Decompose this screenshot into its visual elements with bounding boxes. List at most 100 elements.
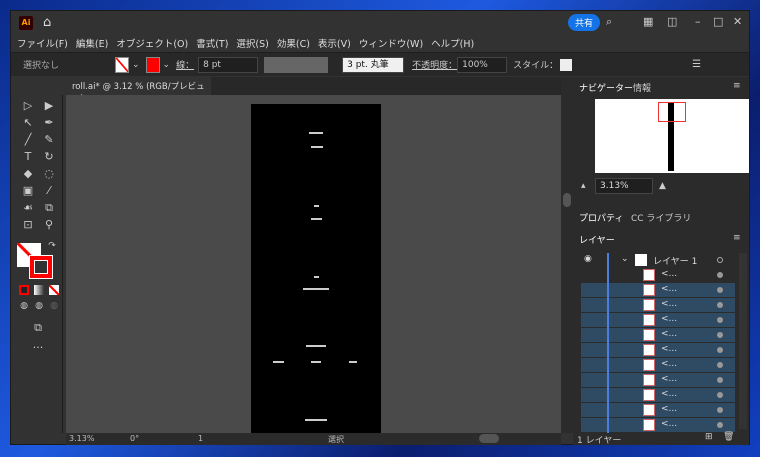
search-icon[interactable]: ⌕: [606, 15, 612, 29]
navigator-view-box[interactable]: [658, 102, 686, 122]
current-tool[interactable]: 選択: [328, 434, 344, 445]
variable-width-profile[interactable]: [264, 56, 329, 73]
item-name[interactable]: <...: [661, 329, 677, 339]
artboard-number[interactable]: 1: [198, 434, 203, 443]
layer-item-row[interactable]: <...: [581, 388, 735, 403]
target-icon[interactable]: [717, 272, 723, 278]
layers-scrollbar[interactable]: [739, 253, 747, 429]
close-button[interactable]: ✕: [733, 15, 742, 28]
menu-view[interactable]: 表示(V): [318, 36, 351, 50]
layer-row[interactable]: ◉ ⌄ レイヤー 1: [581, 253, 735, 268]
layer-item-row[interactable]: <...: [581, 343, 735, 358]
item-name[interactable]: <...: [661, 314, 677, 324]
navigator-zoom-input[interactable]: 3.13%: [595, 178, 653, 194]
chevron-down-icon[interactable]: ⌄: [132, 60, 140, 70]
layer-name[interactable]: レイヤー 1: [653, 254, 697, 267]
item-name[interactable]: <...: [661, 389, 677, 399]
selection-tool-icon[interactable]: ▷: [19, 99, 37, 115]
group-selection-icon[interactable]: ↖: [19, 116, 37, 132]
target-icon[interactable]: [717, 287, 723, 293]
layer-item-row[interactable]: <...: [581, 283, 735, 298]
draw-inside-icon[interactable]: ◍: [45, 301, 63, 317]
navigator-preview[interactable]: [595, 99, 749, 173]
tab-properties[interactable]: プロパティ: [579, 211, 623, 224]
zoom-tool-icon[interactable]: ⚲: [40, 218, 58, 234]
menu-select[interactable]: 選択(S): [236, 36, 268, 50]
zoom-in-icon[interactable]: ▲: [659, 181, 666, 191]
panel-icon[interactable]: ◫: [667, 15, 677, 28]
blend-icon[interactable]: ⧉: [40, 201, 58, 217]
menu-help[interactable]: ヘルプ(H): [431, 36, 474, 50]
menu-effect[interactable]: 効果(C): [277, 36, 310, 50]
opacity-input[interactable]: 100%: [457, 56, 508, 73]
puppet-warp-icon[interactable]: ☙: [19, 201, 37, 217]
menu-object[interactable]: オブジェクト(O): [116, 36, 188, 50]
screen-mode-icon[interactable]: ⧉: [29, 321, 47, 337]
artboard[interactable]: [251, 104, 381, 433]
stroke-color[interactable]: [29, 255, 53, 279]
type-tool-icon[interactable]: T: [19, 150, 37, 166]
brush-definition[interactable]: 3 pt. 丸筆: [342, 56, 405, 73]
chevron-down-icon[interactable]: ⌄: [621, 254, 629, 264]
fill-swatch[interactable]: [115, 56, 129, 73]
zoom-out-icon[interactable]: ▴: [581, 181, 586, 191]
scroll-thumb[interactable]: [563, 193, 571, 207]
target-icon[interactable]: [717, 392, 723, 398]
maximize-button[interactable]: □: [713, 15, 723, 28]
tab-layers[interactable]: レイヤー: [579, 233, 615, 246]
stroke-weight-input[interactable]: 8 pt: [198, 56, 259, 73]
opacity-label[interactable]: 不透明度：: [412, 58, 457, 71]
canvas[interactable]: [66, 95, 561, 433]
item-name[interactable]: <...: [661, 299, 677, 309]
trash-icon[interactable]: 🗑: [723, 432, 734, 442]
eye-icon[interactable]: ◉: [584, 254, 592, 264]
layer-item-row[interactable]: <...: [581, 403, 735, 418]
minimize-button[interactable]: –: [695, 15, 701, 28]
tab-navigator[interactable]: ナビゲーター: [579, 81, 633, 94]
item-name[interactable]: <...: [661, 374, 677, 384]
layer-item-row[interactable]: <...: [581, 313, 735, 328]
item-name[interactable]: <...: [661, 284, 677, 294]
line-tool-icon[interactable]: ╱: [19, 133, 37, 149]
new-layer-icon[interactable]: ⊞: [705, 432, 713, 442]
vertical-scrollbar[interactable]: [561, 77, 573, 433]
artboard-tool-icon[interactable]: ⊡: [19, 218, 37, 234]
item-name[interactable]: <...: [661, 344, 677, 354]
lasso-icon[interactable]: ◌: [40, 167, 58, 183]
item-name[interactable]: <...: [661, 359, 677, 369]
eyedropper-icon[interactable]: ⁄: [40, 184, 58, 200]
target-icon[interactable]: [717, 332, 723, 338]
item-name[interactable]: <...: [661, 404, 677, 414]
workspace-icon[interactable]: ▦: [643, 15, 653, 28]
layer-item-row[interactable]: <...: [581, 358, 735, 373]
stroke-swatch[interactable]: [145, 56, 160, 73]
target-icon[interactable]: [717, 257, 723, 263]
zoom-level[interactable]: 3.13%: [69, 434, 94, 443]
target-icon[interactable]: [717, 302, 723, 308]
pen-tool-icon[interactable]: ✒: [40, 116, 58, 132]
item-name[interactable]: <...: [661, 419, 677, 429]
gradient-mode-icon[interactable]: [34, 285, 44, 295]
layer-item-row[interactable]: <...: [581, 268, 735, 283]
layer-item-row[interactable]: <...: [581, 298, 735, 313]
chevron-down-icon[interactable]: ⌄: [163, 60, 171, 70]
menu-type[interactable]: 書式(T): [196, 36, 228, 50]
tab-info[interactable]: 情報: [633, 81, 651, 94]
target-icon[interactable]: [717, 377, 723, 383]
document-tab[interactable]: roll.ai* @ 3.12 % (RGB/プレビュー) ×: [66, 77, 211, 104]
layer-item-row[interactable]: <...: [581, 373, 735, 388]
swap-icon[interactable]: ↷: [43, 241, 61, 257]
panel-menu-icon[interactable]: ≡: [733, 81, 741, 91]
eraser-icon[interactable]: ◆: [19, 167, 37, 183]
menu-window[interactable]: ウィンドウ(W): [359, 36, 423, 50]
horizontal-scroll-thumb[interactable]: [479, 434, 499, 443]
more-tools-icon[interactable]: ···: [29, 341, 47, 357]
stroke-label[interactable]: 線：: [176, 58, 194, 71]
item-name[interactable]: <...: [661, 269, 677, 279]
style-swatch[interactable]: [560, 58, 573, 71]
share-button[interactable]: 共有: [568, 14, 601, 31]
none-mode-icon[interactable]: [49, 285, 59, 295]
target-icon[interactable]: [717, 317, 723, 323]
home-icon[interactable]: ⌂: [43, 15, 51, 30]
target-icon[interactable]: [717, 422, 723, 428]
